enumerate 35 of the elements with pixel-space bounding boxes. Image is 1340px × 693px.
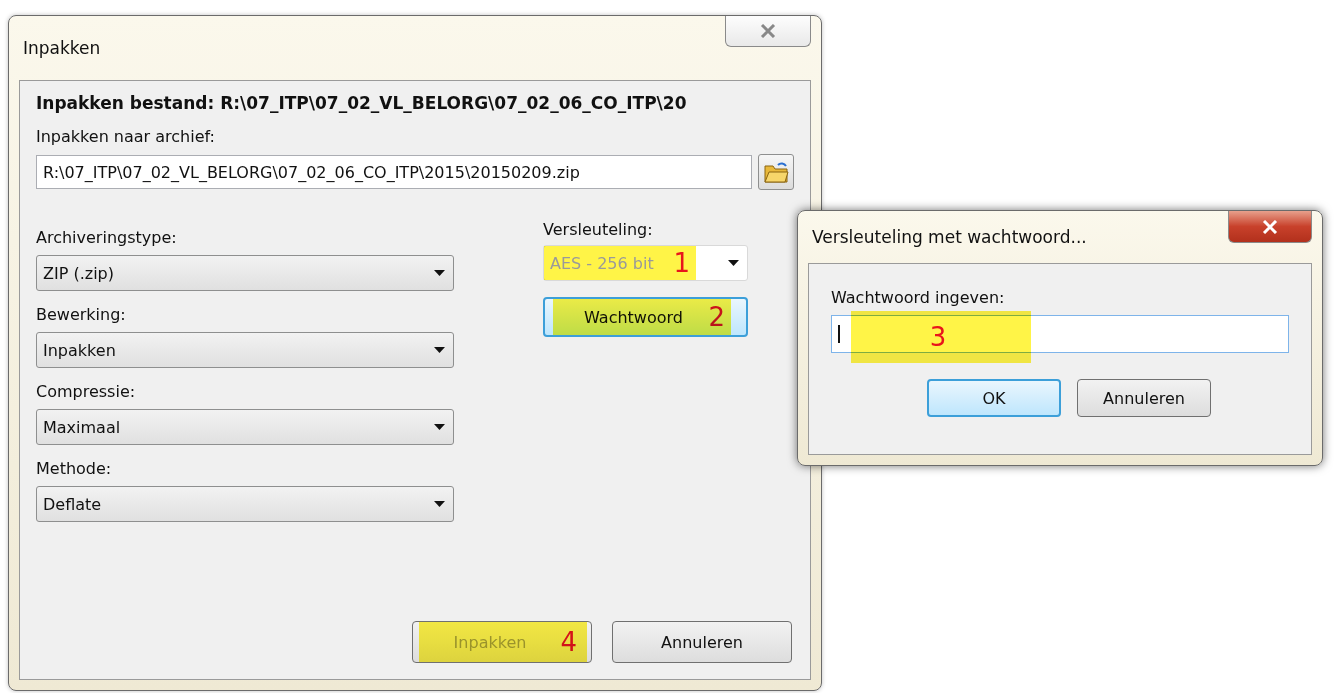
archive-path-field[interactable]: R:\07_ITP\07_02_VL_BELORG\07_02_06_CO_ITP\2015\20150209.zip [36,155,752,189]
option-label: Compressie: [36,382,137,401]
dialog-title: Versleuteling met wachtwoord... [812,227,1087,247]
option-dropdown[interactable]: ZIP (.zip) [36,255,454,291]
text-cursor-icon [838,325,840,343]
window-title: Inpakken [23,38,101,58]
archive-label: Inpakken naar archief: [36,127,216,146]
close-icon [1262,219,1278,234]
dialog-button[interactable]: Annuleren [612,621,792,663]
option-dropdown[interactable]: Deflate [36,486,454,522]
option-label: Archiveringstype: [36,228,178,247]
file-heading: Inpakken bestand: R:\07_ITP\07_02_VL_BELORG\07_02_06_CO_ITP\20 [36,93,688,113]
dropdown-arrow-icon [434,424,445,430]
password-label: Wachtwoord ingeven: [831,288,1006,307]
encryption-label: Versleuteling: [543,220,654,239]
browse-button[interactable] [758,154,794,190]
dropdown-arrow-icon [434,347,445,353]
close-button[interactable] [1228,211,1312,243]
dropdown-arrow-icon [434,501,445,507]
option-dropdown[interactable]: Inpakken [36,332,454,368]
dialog-button[interactable]: Annuleren [1077,379,1211,417]
annotation-number: 4 [560,629,577,655]
annotation-number: 1 [673,250,690,276]
option-label: Methode: [36,459,113,478]
annotation-number: 2 [708,304,725,330]
option-label: Bewerking: [36,305,127,324]
annotation-number: 3 [929,324,947,350]
dropdown-arrow-icon [728,260,739,266]
close-icon [760,24,776,38]
folder-icon [763,160,789,184]
close-button[interactable] [725,16,811,47]
dialog-button[interactable]: OK [927,379,1061,417]
dropdown-arrow-icon [434,270,445,276]
password-button[interactable]: Wachtwoord 2 [543,297,748,337]
option-dropdown[interactable]: Maximaal [36,409,454,445]
